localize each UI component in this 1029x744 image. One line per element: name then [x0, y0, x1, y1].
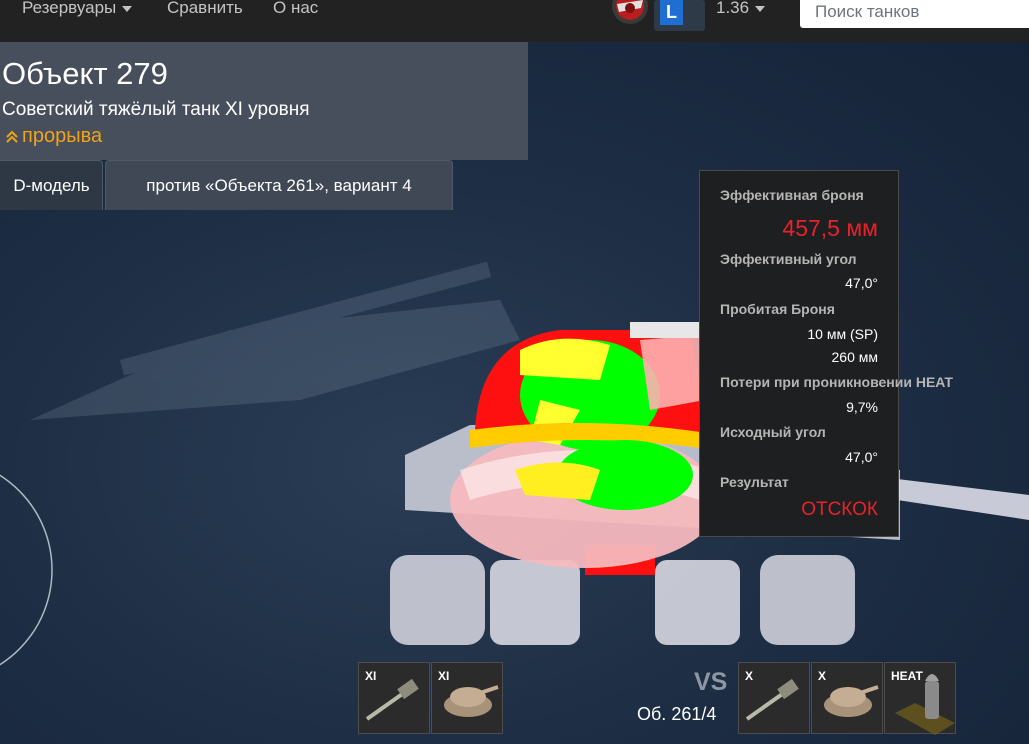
- initial-angle-label: Исходный угол: [720, 424, 826, 440]
- heat-loss-value: 9,7%: [846, 399, 878, 415]
- slot-tier: X: [745, 669, 754, 683]
- chevron-double-up-icon: [6, 130, 18, 143]
- result-value: ОТСКОК: [801, 499, 878, 520]
- slot-tier: XI: [365, 669, 377, 683]
- enemy-gun-slot[interactable]: X: [738, 662, 810, 734]
- own-gun-slot[interactable]: XI: [358, 662, 430, 734]
- effective-armor-value: 457,5 мм: [782, 215, 878, 241]
- result-label: Результат: [720, 474, 789, 490]
- tab-label: D-модель: [13, 175, 90, 195]
- effective-angle-label: Эффективный угол: [720, 251, 857, 267]
- page-title: Объект 279: [2, 56, 168, 91]
- enemy-turret-slot[interactable]: X: [811, 662, 883, 734]
- penetrated-armor-value-2: 260 мм: [831, 349, 879, 365]
- effective-armor-label: Эффективная броня: [720, 187, 864, 203]
- slot-tier: X: [818, 669, 827, 683]
- enemy-shell-slot[interactable]: HEAT: [884, 662, 956, 735]
- tank-subtitle: Советский тяжёлый танк XI уровня: [2, 99, 310, 120]
- vs-label: VS: [694, 668, 728, 696]
- penetrated-armor-value-1: 10 мм (SP): [807, 326, 878, 342]
- own-turret-slot[interactable]: XI: [431, 662, 503, 734]
- initial-angle-value: 47,0°: [845, 449, 878, 465]
- tank-role: прорыва: [4, 125, 102, 148]
- enemy-tank-label: Об. 261/4: [637, 704, 717, 724]
- slot-tier: HEAT: [891, 669, 923, 683]
- tab-label: против «Объекта 261», вариант 4: [146, 175, 412, 195]
- armor-tooltip: Эффективная броня 457,5 мм Эффективный у…: [699, 170, 953, 537]
- tab-3d-model[interactable]: D-модель: [0, 160, 103, 210]
- heat-loss-label: Потери при проникновении HEAT: [720, 374, 953, 390]
- tab-vs-object-261[interactable]: против «Объекта 261», вариант 4: [105, 160, 453, 210]
- penetrated-armor-label: Пробитая Броня: [720, 301, 835, 317]
- tank-role-label: прорыва: [22, 125, 103, 147]
- effective-angle-value: 47,0°: [845, 275, 878, 291]
- slot-tier: XI: [438, 669, 450, 683]
